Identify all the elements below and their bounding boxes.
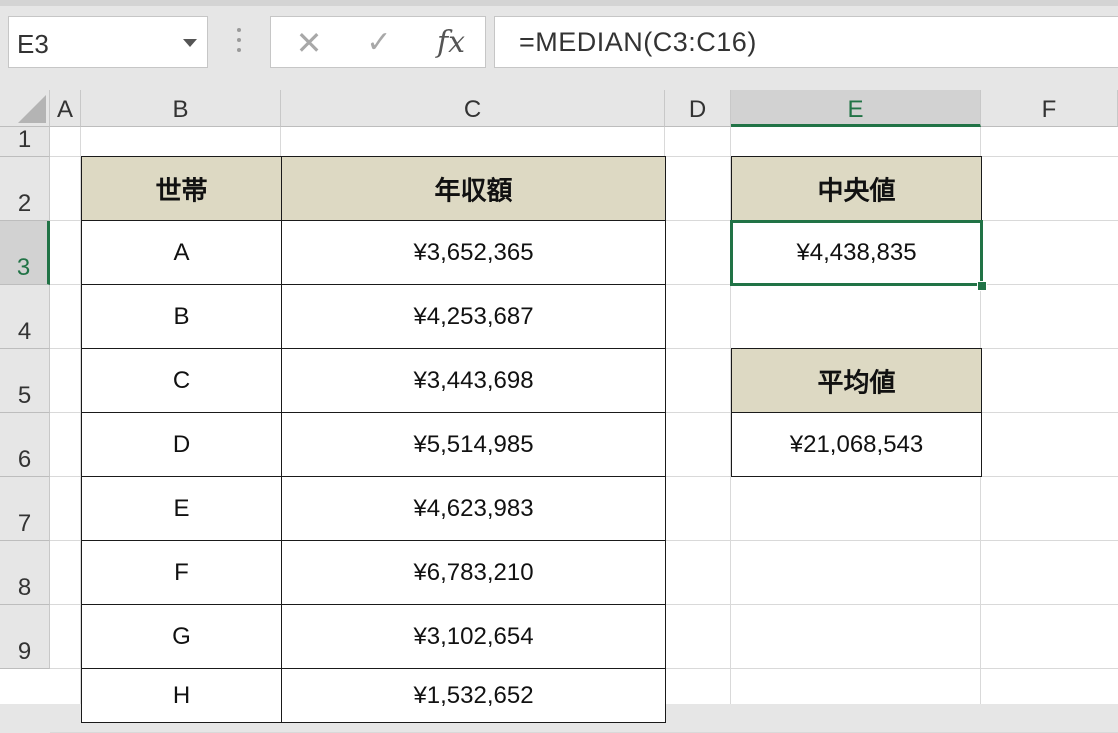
formula-buttons: ✕ ✓ fx xyxy=(270,16,486,68)
table-cell-income[interactable]: ¥3,102,654 xyxy=(281,604,666,669)
name-box[interactable]: E3 xyxy=(8,16,208,68)
row-number[interactable]: 4 xyxy=(0,318,49,346)
row-number[interactable]: 3 xyxy=(0,254,47,282)
row-number[interactable]: 1 xyxy=(0,126,49,154)
select-all-icon xyxy=(18,95,46,123)
row-number[interactable]: 6 xyxy=(0,446,49,474)
insert-function-icon[interactable]: fx xyxy=(431,23,471,63)
column-header-f[interactable]: F xyxy=(981,90,1118,127)
table-cell-income-text: ¥4,623,983 xyxy=(413,494,534,522)
table-cell-income[interactable]: ¥1,532,652 xyxy=(281,668,666,723)
spreadsheet-grid: A B C D E F 1 2 3 4 5 6 7 8 9 世帯 年収額 A ¥3,652,365 B ¥4,253,6… xyxy=(0,90,1118,733)
row-header-6[interactable]: 6 xyxy=(0,413,50,477)
header-cell-income[interactable]: 年収額 xyxy=(281,156,666,221)
row-number[interactable]: 9 xyxy=(0,638,49,666)
table-cell-household-text: C xyxy=(172,366,191,394)
table-cell-household[interactable]: B xyxy=(81,284,282,349)
table-cell-household-text: B xyxy=(173,302,190,330)
table-cell-household-text: D xyxy=(172,430,191,458)
column-header-d[interactable]: D xyxy=(665,90,731,127)
mean-label-cell-text: 平均値 xyxy=(817,368,896,398)
column-header-c[interactable]: C xyxy=(281,90,665,127)
table-cell-household-text: G xyxy=(172,622,191,650)
table-cell-household-text: E xyxy=(173,494,190,522)
row-header-9[interactable]: 9 xyxy=(0,605,50,669)
chevron-down-icon[interactable] xyxy=(183,39,197,47)
cancel-icon[interactable]: ✕ xyxy=(289,23,329,63)
column-header-e[interactable]: E xyxy=(731,90,981,127)
column-header-a[interactable]: A xyxy=(50,90,81,127)
median-value-cell[interactable]: ¥4,438,835 xyxy=(731,220,982,285)
formula-text[interactable]: =MEDIAN(C3:C16) xyxy=(519,27,757,58)
mean-label-cell[interactable]: 平均値 xyxy=(731,348,982,413)
table-cell-income[interactable]: ¥4,253,687 xyxy=(281,284,666,349)
table-cell-income[interactable]: ¥5,514,985 xyxy=(281,412,666,477)
median-value-cell-text: ¥4,438,835 xyxy=(796,238,917,266)
table-cell-household[interactable]: E xyxy=(81,476,282,541)
table-cell-household[interactable]: F xyxy=(81,540,282,605)
column-header-b[interactable]: B xyxy=(81,90,281,127)
header-cell-household[interactable]: 世帯 xyxy=(81,156,282,221)
table-cell-household[interactable]: D xyxy=(81,412,282,477)
check-icon[interactable]: ✓ xyxy=(359,23,399,63)
select-all-button[interactable] xyxy=(0,90,50,127)
row-number[interactable]: 7 xyxy=(0,510,49,538)
median-label-cell[interactable]: 中央値 xyxy=(731,156,982,221)
table-cell-household[interactable]: C xyxy=(81,348,282,413)
row-header-5[interactable]: 5 xyxy=(0,349,50,413)
row-number[interactable]: 2 xyxy=(0,190,49,218)
ribbon-edge xyxy=(0,0,1118,6)
table-cell-income-text: ¥6,783,210 xyxy=(413,558,534,586)
mean-value-cell[interactable]: ¥21,068,543 xyxy=(731,412,982,477)
fill-handle[interactable] xyxy=(977,281,987,291)
row-header-3[interactable]: 3 xyxy=(0,221,50,285)
median-label-cell-text: 中央値 xyxy=(817,176,896,206)
table-cell-income[interactable]: ¥6,783,210 xyxy=(281,540,666,605)
table-cell-income-text: ¥3,652,365 xyxy=(413,238,534,266)
table-cell-household[interactable]: G xyxy=(81,604,282,669)
table-cell-income-text: ¥5,514,985 xyxy=(413,430,534,458)
row-header-2[interactable]: 2 xyxy=(0,157,50,221)
table-cell-household-text: F xyxy=(174,558,189,586)
row-header-8[interactable]: 8 xyxy=(0,541,50,605)
table-cell-income[interactable]: ¥3,443,698 xyxy=(281,348,666,413)
table-cell-household[interactable]: A xyxy=(81,220,282,285)
table-cell-household[interactable]: H xyxy=(81,668,282,723)
formula-input[interactable]: =MEDIAN(C3:C16) xyxy=(494,16,1118,68)
table-cell-income-text: ¥3,102,654 xyxy=(413,622,534,650)
row-header-7[interactable]: 7 xyxy=(0,477,50,541)
row-number[interactable]: 8 xyxy=(0,574,49,602)
header-cell-income-text: 年収額 xyxy=(434,176,513,206)
table-cell-income-text: ¥4,253,687 xyxy=(413,302,534,330)
formula-bar-area: E3 ✕ ✓ fx =MEDIAN(C3:C16) xyxy=(0,0,1118,90)
table-cell-income-text: ¥1,532,652 xyxy=(413,681,534,709)
table-cell-income[interactable]: ¥4,623,983 xyxy=(281,476,666,541)
row-header-4[interactable]: 4 xyxy=(0,285,50,349)
drag-handle-icon[interactable] xyxy=(236,28,242,56)
header-cell-household-text: 世帯 xyxy=(155,176,208,206)
table-cell-income[interactable]: ¥3,652,365 xyxy=(281,220,666,285)
table-cell-household-text: A xyxy=(173,238,190,266)
table-cell-income-text: ¥3,443,698 xyxy=(413,366,534,394)
name-box-value[interactable]: E3 xyxy=(17,29,49,60)
row-number[interactable]: 5 xyxy=(0,382,49,410)
table-cell-household-text: H xyxy=(172,681,191,709)
mean-value-cell-text: ¥21,068,543 xyxy=(789,430,924,458)
row-header-1[interactable]: 1 xyxy=(0,126,50,157)
